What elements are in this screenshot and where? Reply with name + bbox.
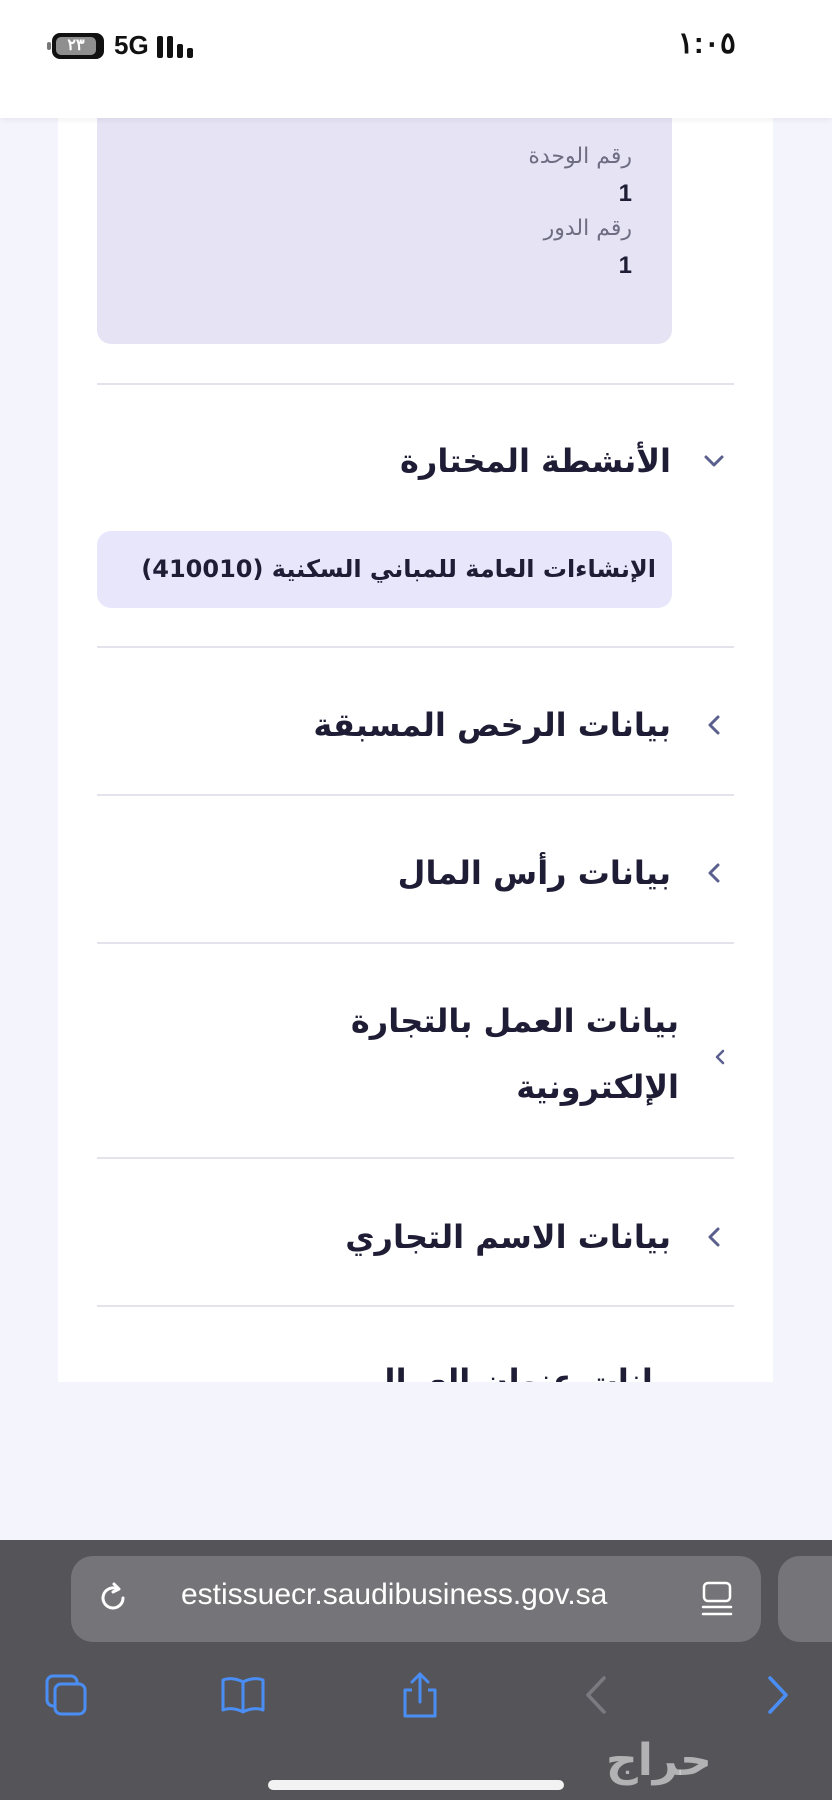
license-details-card: رقم الوحدة 1 رقم الدور 1 الأنشطة المختار… — [58, 100, 773, 1382]
unit-number-value: 1 — [618, 180, 632, 207]
divider — [97, 383, 734, 385]
battery-level: ٢٣ — [56, 36, 96, 55]
share-icon[interactable] — [395, 1670, 445, 1720]
divider — [97, 1305, 734, 1307]
page-menu-icon[interactable] — [699, 1580, 735, 1618]
floor-number-value: 1 — [618, 252, 632, 279]
divider — [97, 646, 734, 648]
address-bar[interactable]: estissuecr.saudibusiness.gov.sa — [71, 1556, 761, 1642]
address-details-box: رقم الوحدة 1 رقم الدور 1 — [97, 100, 672, 344]
activity-chip: الإنشاءات العامة للمباني السكنية (410010… — [97, 531, 672, 608]
section-title: الأنشطة المختارة — [400, 442, 671, 480]
section-title-partial[interactable]: بيانات عنوان العمال — [368, 1348, 679, 1382]
browser-toolbar: estissuecr.saudibusiness.gov.sa حراج — [0, 1540, 832, 1800]
chevron-down-icon[interactable] — [699, 446, 729, 476]
back-icon[interactable] — [572, 1670, 622, 1720]
network-type: 5G — [114, 30, 149, 60]
watermark-logo: حراج — [606, 1735, 712, 1786]
divider — [97, 794, 734, 796]
floor-number-label: رقم الدور — [543, 216, 632, 241]
status-bar: ٢٣ 5G ١:٠٥ — [0, 0, 832, 118]
tabs-icon[interactable] — [41, 1670, 91, 1720]
section-title: بيانات العمل بالتجارة الإلكترونية — [350, 1002, 679, 1106]
divider — [97, 942, 734, 944]
divider — [97, 1157, 734, 1159]
next-tab-preview[interactable] — [778, 1556, 832, 1642]
unit-number-label: رقم الوحدة — [528, 144, 632, 169]
chevron-left-icon[interactable] — [699, 710, 729, 740]
forward-icon[interactable] — [752, 1670, 802, 1720]
chevron-left-icon[interactable] — [699, 858, 729, 888]
section-title: بيانات الاسم التجاري — [345, 1218, 671, 1256]
battery-icon: ٢٣ — [47, 32, 104, 59]
url-text: estissuecr.saudibusiness.gov.sa — [181, 1578, 608, 1611]
status-indicators: ٢٣ 5G — [47, 30, 197, 61]
section-title: بيانات الرخص المسبقة — [313, 706, 671, 744]
status-time: ١:٠٥ — [677, 27, 736, 60]
chevron-left-icon[interactable] — [699, 1222, 729, 1252]
chevron-left-icon[interactable] — [705, 1042, 735, 1072]
reload-icon[interactable] — [93, 1578, 133, 1618]
home-indicator — [268, 1780, 564, 1790]
bookmarks-icon[interactable] — [218, 1670, 268, 1720]
signal-strength-icon — [156, 34, 197, 58]
section-title: بيانات رأس المال — [397, 854, 671, 892]
